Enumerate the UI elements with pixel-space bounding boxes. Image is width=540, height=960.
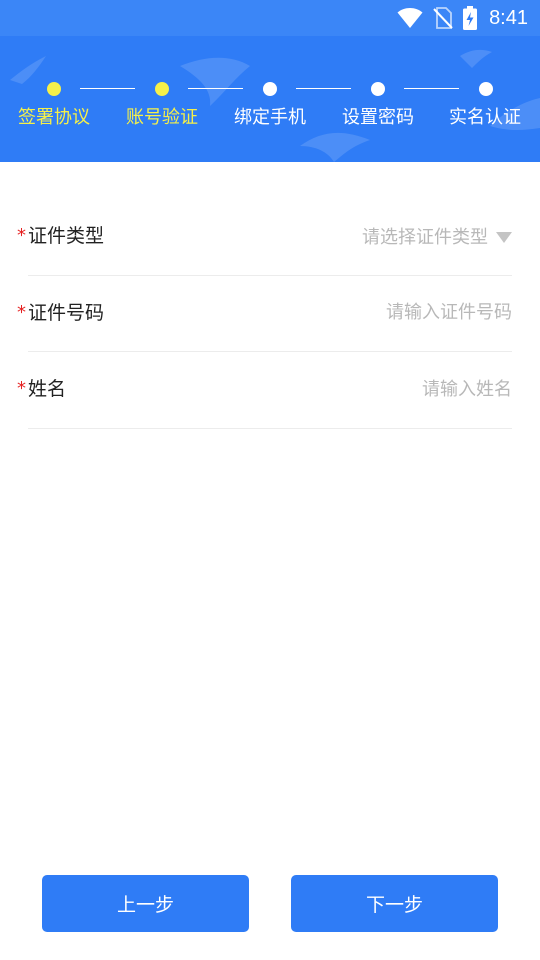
no-sim-icon <box>433 7 453 29</box>
id-number-input[interactable] <box>252 275 512 350</box>
step-1-label: 签署协议 <box>18 107 90 128</box>
status-bar: 8:41 <box>0 0 540 36</box>
required-mark: * <box>17 301 26 323</box>
step-3-dot <box>263 82 277 96</box>
step-2-dot <box>155 82 169 96</box>
status-time: 8:41 <box>489 6 528 29</box>
identity-form: * 证件类型 请选择证件类型 * 证件号码 * 姓名 <box>0 162 540 429</box>
progress-steps: 签署协议 账号验证 绑定手机 设置密码 实名认证 <box>0 36 540 162</box>
step-header: 签署协议 账号验证 绑定手机 设置密码 实名认证 <box>0 36 540 162</box>
id-type-label: 证件类型 <box>28 225 105 247</box>
wifi-icon <box>397 7 423 29</box>
id-type-placeholder: 请选择证件类型 <box>362 227 488 248</box>
step-2-label: 账号验证 <box>126 107 198 128</box>
step-connector <box>80 88 135 89</box>
required-mark: * <box>17 225 26 246</box>
step-5-dot <box>479 82 493 96</box>
step-4-label: 设置密码 <box>342 107 414 128</box>
step-4-dot <box>371 82 385 96</box>
step-connector <box>188 88 243 89</box>
name-label: 姓名 <box>28 378 67 400</box>
step-connector <box>296 88 351 89</box>
name-row: * 姓名 <box>17 352 512 429</box>
name-input[interactable] <box>252 352 512 426</box>
dropdown-arrow-icon <box>496 231 512 243</box>
status-icons: 8:41 <box>397 0 528 36</box>
battery-charging-icon <box>463 6 478 30</box>
previous-step-button[interactable]: 上一步 <box>42 875 249 932</box>
id-number-row: * 证件号码 <box>17 275 512 352</box>
step-1-dot <box>47 82 61 96</box>
required-mark: * <box>17 378 26 399</box>
id-number-label: 证件号码 <box>28 301 105 324</box>
step-3-label: 绑定手机 <box>234 107 306 128</box>
id-type-select[interactable]: 请选择证件类型 <box>362 199 512 273</box>
next-step-button[interactable]: 下一步 <box>291 875 498 932</box>
step-connector <box>404 88 459 89</box>
id-type-row: * 证件类型 请选择证件类型 <box>17 199 512 276</box>
step-5-label: 实名认证 <box>449 107 521 128</box>
